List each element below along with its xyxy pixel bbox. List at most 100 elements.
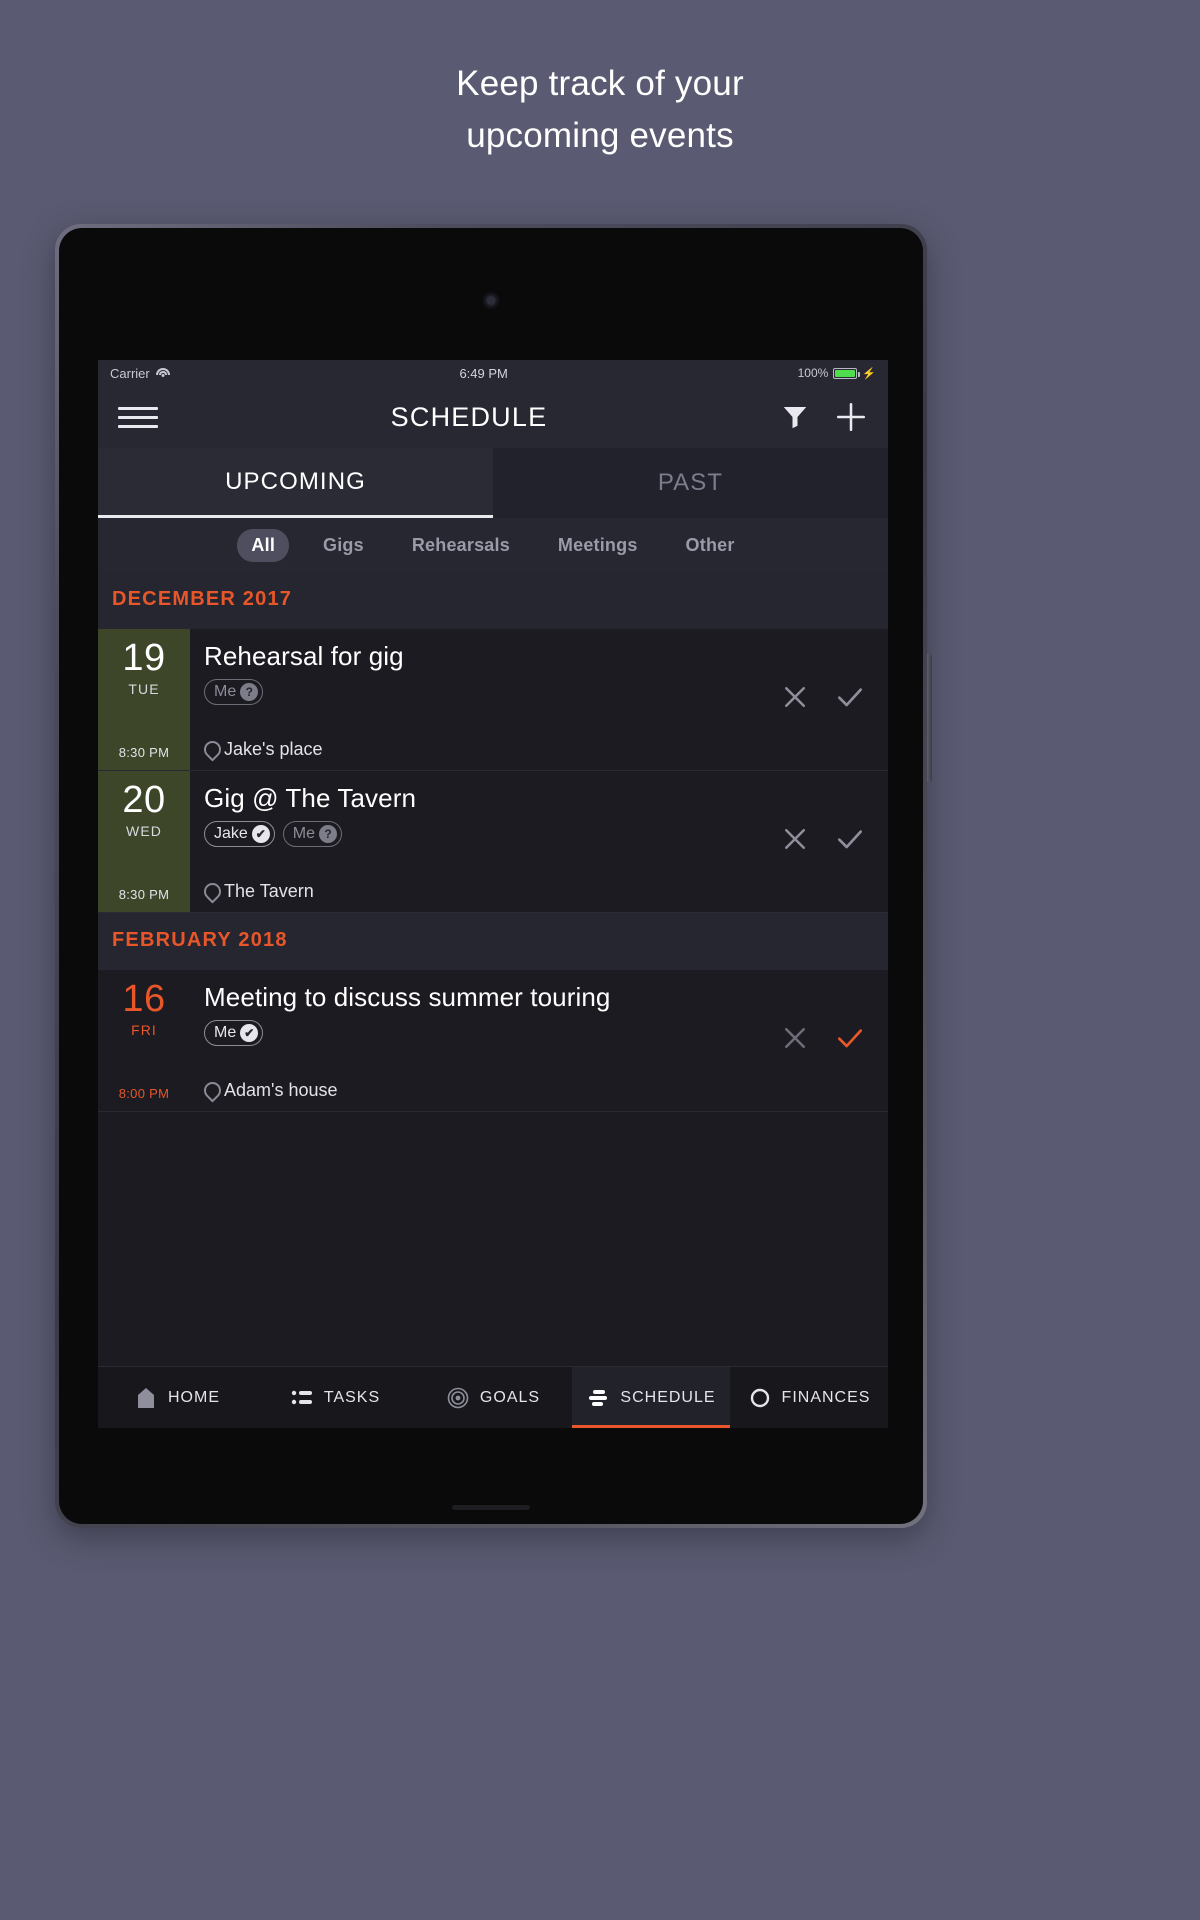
attendee-name: Jake bbox=[214, 825, 248, 842]
nav-item-tasks[interactable]: TASKS bbox=[256, 1367, 414, 1428]
event-date-block: 20 WED 8:30 PM bbox=[98, 771, 190, 912]
attendee-chip[interactable]: Jake ✔ bbox=[204, 821, 275, 847]
marketing-headline: Keep track of your upcoming events bbox=[0, 58, 1200, 162]
event-row[interactable]: 20 WED 8:30 PM Gig @ The Tavern Jake ✔ M… bbox=[98, 771, 888, 913]
status-bar-right: 100% ⚡ bbox=[798, 366, 876, 380]
attendee-chips: Me ✔ bbox=[204, 1020, 758, 1046]
close-x-icon[interactable] bbox=[780, 1023, 810, 1058]
status-bar-time: 6:49 PM bbox=[459, 365, 508, 381]
event-dow: TUE bbox=[128, 681, 160, 697]
filter-funnel-icon[interactable] bbox=[780, 402, 810, 432]
tab-upcoming[interactable]: UPCOMING bbox=[98, 448, 493, 518]
event-body: Rehearsal for gig Me ? Jake's place bbox=[190, 629, 758, 770]
event-actions bbox=[758, 970, 888, 1111]
filter-chip-meetings[interactable]: Meetings bbox=[544, 529, 652, 562]
filter-chip-all[interactable]: All bbox=[237, 528, 290, 562]
event-day: 16 bbox=[122, 978, 166, 1020]
filter-chip-rehearsals[interactable]: Rehearsals bbox=[398, 529, 524, 562]
tab-past[interactable]: PAST bbox=[493, 448, 888, 518]
event-title: Rehearsal for gig bbox=[204, 641, 404, 671]
list-icon bbox=[290, 1386, 314, 1410]
carrier-label: Carrier bbox=[110, 365, 150, 381]
device-bezel: Carrier 6:49 PM 100% ⚡ SCHEDULE UPCOMING… bbox=[59, 228, 923, 1524]
event-dow: FRI bbox=[131, 1022, 157, 1038]
schedule-icon bbox=[586, 1386, 610, 1410]
check-icon[interactable] bbox=[834, 681, 866, 718]
nav-item-finances[interactable]: FINANCES bbox=[730, 1367, 888, 1428]
check-icon[interactable] bbox=[834, 1022, 866, 1059]
event-actions bbox=[758, 771, 888, 912]
month-header: DECEMBER 2017 bbox=[98, 572, 888, 629]
device-side-button[interactable] bbox=[927, 654, 932, 782]
event-row[interactable]: 19 TUE 8:30 PM Rehearsal for gig Me ? Ja… bbox=[98, 629, 888, 771]
bottom-nav-bar: HOME TASKS GOALS SCHEDULE FINANCES bbox=[98, 1366, 888, 1428]
attendee-chips: Me ? bbox=[204, 679, 758, 705]
month-header: FEBRUARY 2018 bbox=[98, 913, 888, 970]
page-root: Keep track of your upcoming events Carri… bbox=[0, 0, 1200, 1920]
plus-icon[interactable] bbox=[834, 400, 868, 434]
hamburger-menu-icon[interactable] bbox=[118, 406, 158, 428]
event-location: Adam's house bbox=[204, 1080, 758, 1101]
event-body: Gig @ The Tavern Jake ✔ Me ? The Tavern bbox=[190, 771, 758, 912]
close-x-icon[interactable] bbox=[780, 824, 810, 859]
filter-chip-other[interactable]: Other bbox=[672, 529, 749, 562]
nav-item-label: HOME bbox=[168, 1388, 220, 1406]
schedule-tabs: UPCOMING PAST bbox=[98, 448, 888, 518]
battery-percent-label: 100% bbox=[797, 366, 829, 380]
event-dow: WED bbox=[126, 823, 162, 839]
map-pin-icon bbox=[204, 741, 217, 759]
event-time: 8:30 PM bbox=[118, 887, 170, 902]
nav-item-goals[interactable]: GOALS bbox=[414, 1367, 572, 1428]
attendee-chip[interactable]: Me ? bbox=[204, 679, 264, 705]
nav-item-label: SCHEDULE bbox=[620, 1388, 716, 1406]
status-bar-left: Carrier bbox=[110, 366, 170, 381]
event-location: The Tavern bbox=[204, 881, 758, 902]
nav-item-schedule[interactable]: SCHEDULE bbox=[572, 1367, 730, 1428]
battery-full-icon bbox=[833, 367, 861, 379]
lightning-bolt-icon: ⚡ bbox=[862, 367, 876, 380]
attendee-chip[interactable]: Me ? bbox=[282, 821, 343, 847]
status-bar: Carrier 6:49 PM 100% ⚡ bbox=[98, 360, 888, 386]
attendee-name: Me bbox=[214, 683, 237, 700]
event-body: Meeting to discuss summer touring Me ✔ A… bbox=[190, 970, 758, 1111]
event-title: Meeting to discuss summer touring bbox=[204, 982, 611, 1012]
event-day: 20 bbox=[122, 779, 166, 821]
event-list[interactable]: DECEMBER 2017 19 TUE 8:30 PM Rehearsal f… bbox=[98, 572, 888, 1366]
event-row[interactable]: 16 FRI 8:00 PM Meeting to discuss summer… bbox=[98, 970, 888, 1112]
page-title: SCHEDULE bbox=[390, 401, 548, 432]
event-time: 8:30 PM bbox=[118, 745, 170, 760]
question-badge-icon: ? bbox=[319, 825, 338, 843]
nav-item-label: FINANCES bbox=[781, 1388, 871, 1406]
tablet-device-frame: Carrier 6:49 PM 100% ⚡ SCHEDULE UPCOMING… bbox=[55, 224, 932, 1528]
check-badge-icon: ✔ bbox=[251, 825, 270, 843]
filter-chip-gigs[interactable]: Gigs bbox=[309, 529, 378, 562]
attendee-chips: Jake ✔ Me ? bbox=[204, 821, 758, 847]
event-location-label: Adam's house bbox=[224, 1080, 338, 1100]
app-nav-bar: SCHEDULE bbox=[98, 386, 888, 448]
nav-actions bbox=[780, 400, 868, 434]
event-date-block: 19 TUE 8:30 PM bbox=[98, 629, 190, 770]
nav-item-home[interactable]: HOME bbox=[98, 1367, 256, 1428]
headline-line-2: upcoming events bbox=[466, 116, 734, 155]
close-x-icon[interactable] bbox=[780, 682, 810, 717]
home-icon bbox=[134, 1386, 158, 1410]
check-icon[interactable] bbox=[834, 823, 866, 860]
event-day: 19 bbox=[122, 637, 166, 679]
event-time: 8:00 PM bbox=[118, 1086, 170, 1101]
question-badge-icon: ? bbox=[240, 683, 259, 701]
headline-line-1: Keep track of your bbox=[456, 64, 744, 103]
event-actions bbox=[758, 629, 888, 770]
attendee-name: Me bbox=[292, 825, 316, 842]
attendee-chip[interactable]: Me ✔ bbox=[204, 1020, 264, 1046]
event-location-label: The Tavern bbox=[224, 881, 314, 901]
nav-item-label: TASKS bbox=[323, 1388, 381, 1406]
wifi-icon bbox=[155, 367, 170, 379]
event-location-label: Jake's place bbox=[224, 739, 323, 759]
target-icon bbox=[446, 1386, 470, 1410]
home-indicator bbox=[452, 1505, 530, 1510]
attendee-name: Me bbox=[214, 1024, 237, 1041]
filter-chip-row: All Gigs Rehearsals Meetings Other bbox=[98, 518, 888, 572]
nav-item-label: GOALS bbox=[479, 1388, 541, 1406]
check-badge-icon: ✔ bbox=[240, 1024, 259, 1042]
app-screen: Carrier 6:49 PM 100% ⚡ SCHEDULE UPCOMING… bbox=[98, 360, 888, 1428]
